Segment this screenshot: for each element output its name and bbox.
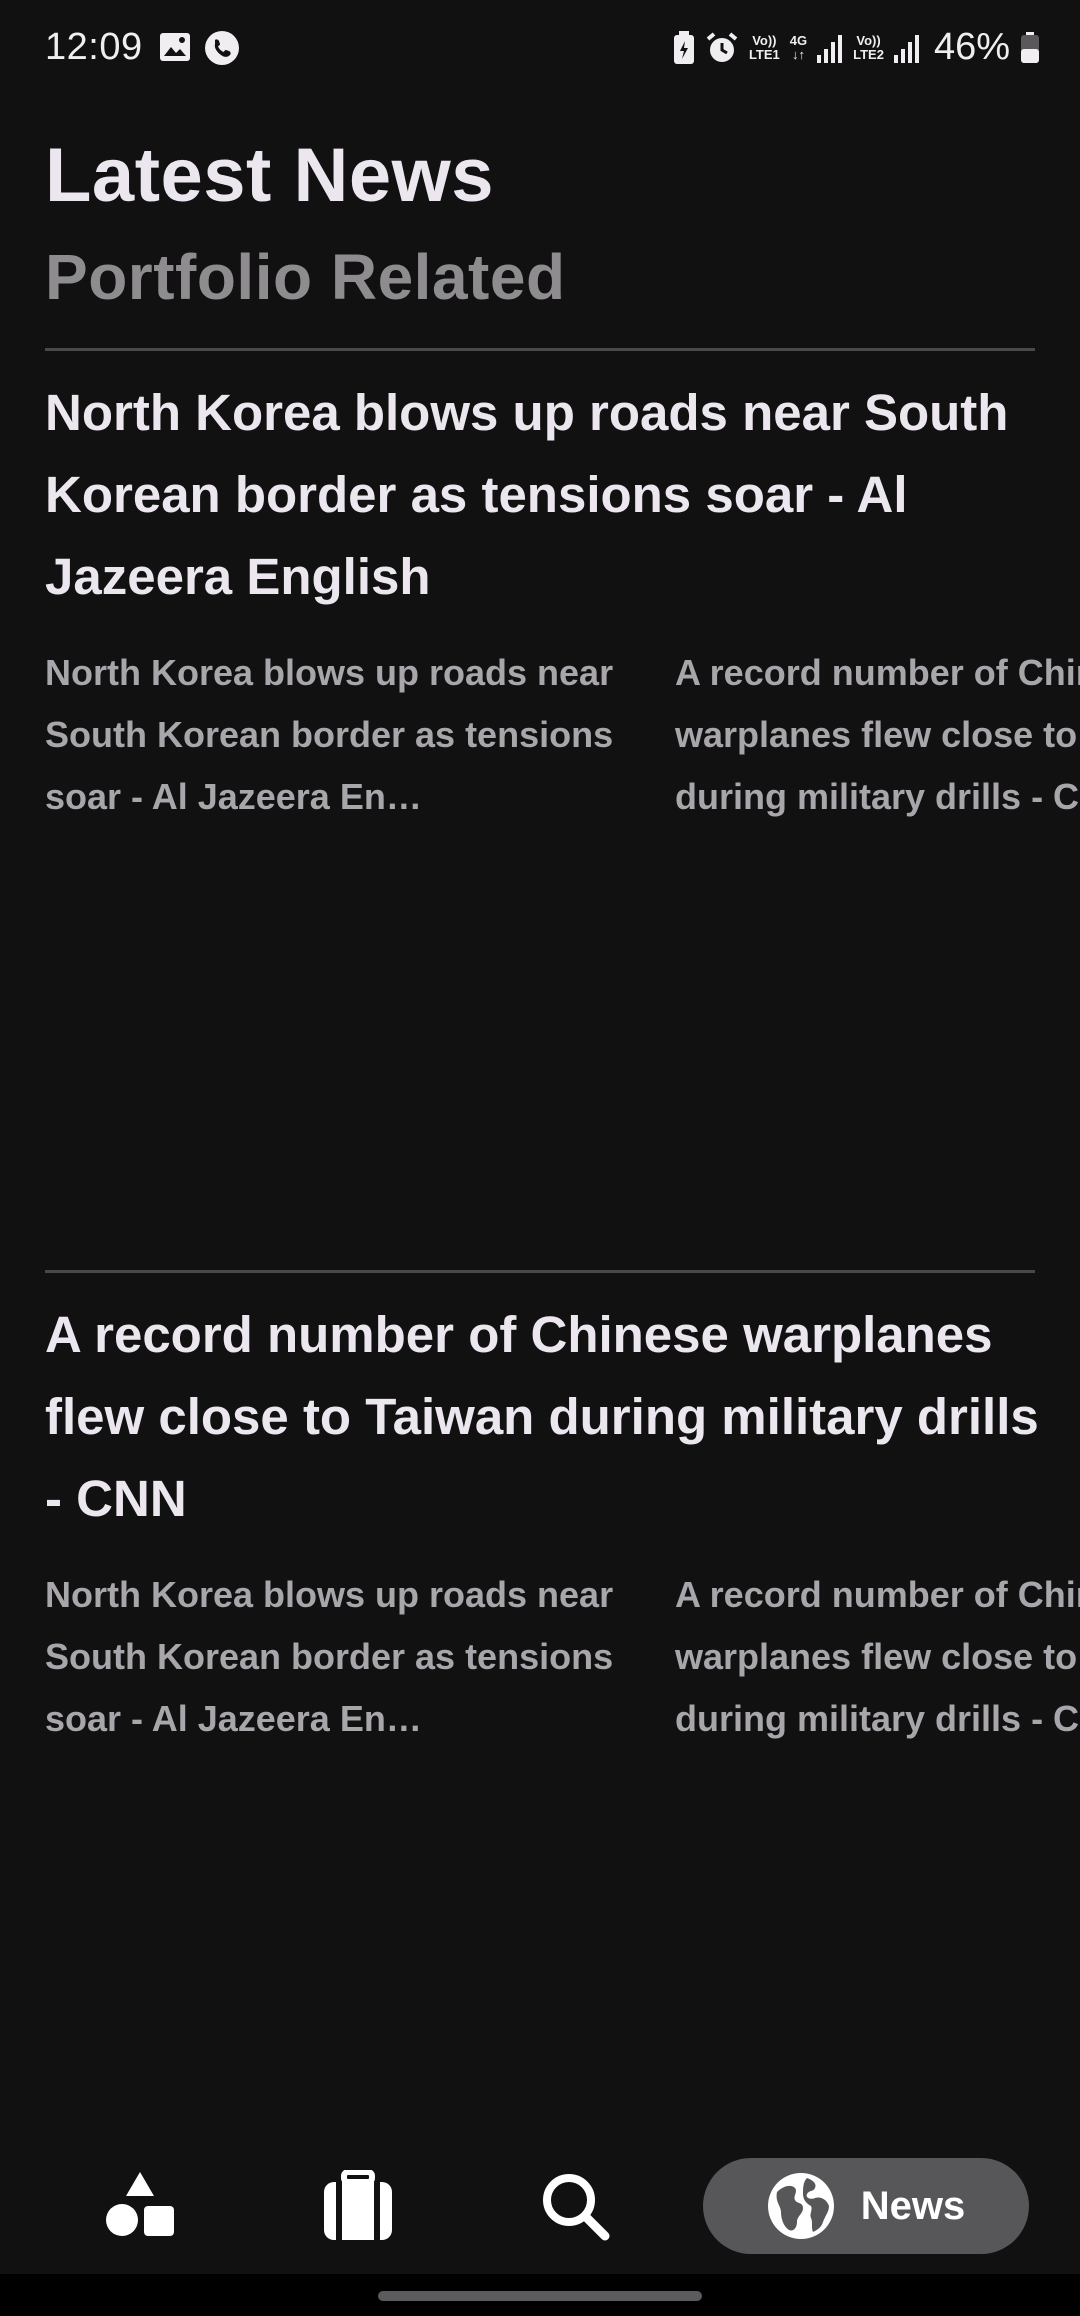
search-icon: [543, 2174, 610, 2241]
system-icons: Vo)) LTE1 4G ↓↑ Vo)) LTE2 46%: [673, 26, 1040, 69]
related-article[interactable]: A record number of Chinese warplanes fle…: [675, 1564, 1080, 1750]
signal-icon: [893, 34, 919, 63]
related-articles-row[interactable]: North Korea blows up roads near South Ko…: [45, 1564, 1080, 1764]
battery-icon: [1021, 31, 1039, 63]
battery-percent: 46%: [933, 26, 1010, 68]
related-article[interactable]: North Korea blows up roads near South Ko…: [45, 642, 615, 828]
article-headline[interactable]: North Korea blows up roads near South Ko…: [45, 372, 1045, 618]
divider: [45, 1270, 1035, 1273]
shapes-icon: [106, 2172, 174, 2236]
4g-indicator: 4G ↓↑: [789, 32, 808, 62]
nav-portfolio-button[interactable]: [313, 2158, 403, 2254]
notification-icons: [158, 30, 240, 66]
news-article[interactable]: A record number of Chinese warplanes fle…: [45, 1294, 1080, 1739]
related-article[interactable]: A record number of Chinese warplanes fle…: [675, 642, 1080, 828]
news-article[interactable]: North Korea blows up roads near South Ko…: [45, 372, 1080, 817]
signal-icon: [817, 34, 843, 63]
volte2-indicator: Vo)) LTE2: [853, 32, 884, 62]
status-bar: 12:09 Vo)) LTE1 4G ↓↑ Vo)) LTE2 46%: [0, 0, 1080, 100]
related-articles-row[interactable]: North Korea blows up roads near South Ko…: [45, 642, 1080, 842]
divider: [45, 348, 1035, 351]
status-time: 12:09: [45, 26, 143, 68]
globe-icon: [767, 2173, 834, 2239]
nav-news-label: News: [860, 2183, 966, 2228]
nav-search-button[interactable]: [530, 2158, 620, 2254]
home-gesture-bar[interactable]: [378, 2291, 702, 2301]
nav-shapes-button[interactable]: [95, 2158, 185, 2254]
volte1-indicator: Vo)) LTE1: [748, 32, 780, 62]
bottom-navigation: News: [0, 2140, 1080, 2270]
page-subtitle: Portfolio Related: [45, 241, 566, 313]
related-article[interactable]: North Korea blows up roads near South Ko…: [45, 1564, 615, 1750]
nav-news-button[interactable]: News: [703, 2158, 1029, 2254]
battery-saver-icon: [673, 30, 694, 64]
briefcase-icon: [324, 2170, 392, 2240]
alarm-icon: [706, 31, 738, 62]
page-title: Latest News: [45, 133, 494, 218]
gallery-icon: [160, 33, 190, 61]
article-headline[interactable]: A record number of Chinese warplanes fle…: [45, 1294, 1045, 1540]
phone-app-icon: [205, 31, 239, 65]
